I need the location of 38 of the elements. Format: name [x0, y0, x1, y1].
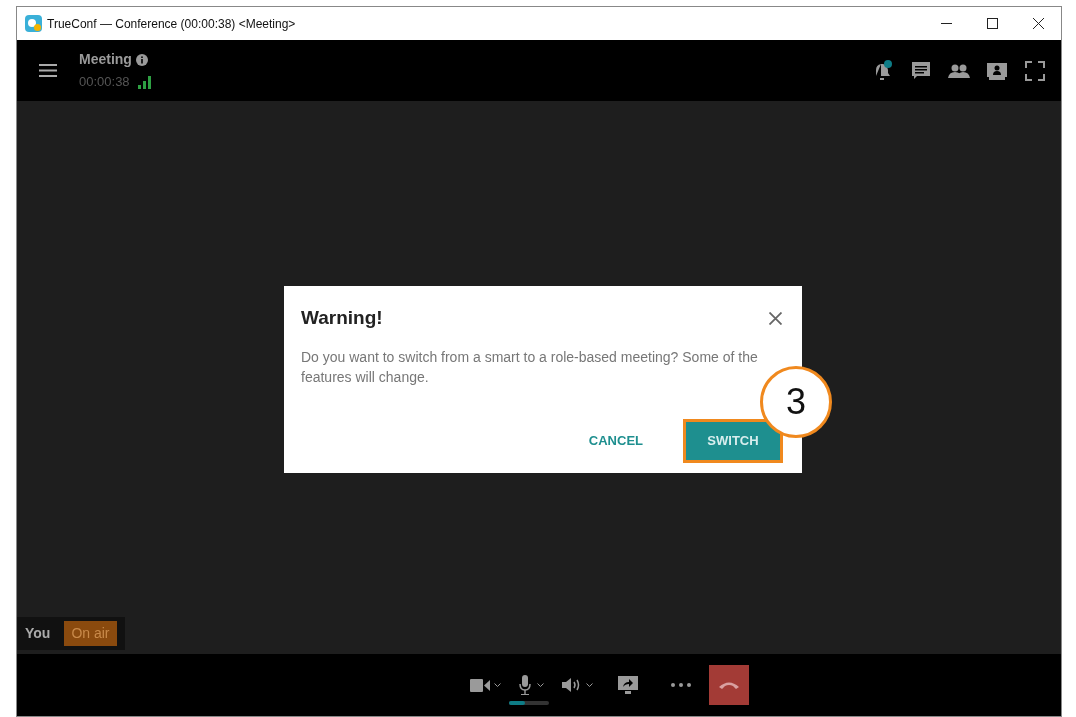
minimize-icon	[940, 23, 952, 24]
dialog-message: Do you want to switch from a smart to a role-based meeting? Some of the features will change.	[301, 347, 759, 387]
switch-button[interactable]: SWITCH	[683, 418, 783, 463]
info-icon	[135, 53, 148, 66]
menu-icon	[39, 64, 57, 77]
camera-icon	[469, 678, 490, 692]
speaker-icon	[561, 677, 582, 693]
fullscreen-icon	[1025, 60, 1045, 81]
microphone-icon	[518, 675, 531, 695]
fullscreen-button[interactable]	[1023, 58, 1047, 83]
chevron-icon	[585, 682, 593, 688]
more-button[interactable]	[670, 683, 691, 687]
camera-button[interactable]	[469, 678, 501, 692]
hang-up-button[interactable]	[708, 665, 749, 705]
close-dialog-button[interactable]	[767, 310, 783, 327]
app-logo-icon	[25, 15, 42, 32]
call-timer: 00:00:38	[79, 73, 130, 92]
on-air-badge: On air	[64, 621, 117, 646]
phone-icon	[718, 681, 739, 689]
cancel-button[interactable]: CANCEL	[588, 430, 643, 451]
close-icon	[768, 311, 782, 325]
participant-name: You	[25, 624, 51, 643]
meeting-title: Meeting	[79, 50, 132, 70]
window-title: TrueConf — Conference (00:00:38) <Meeting>	[47, 15, 296, 33]
presenter-icon	[986, 60, 1008, 81]
chevron-icon	[493, 682, 501, 688]
chat-icon	[911, 60, 931, 81]
people-icon	[948, 63, 970, 78]
bell-icon	[873, 59, 893, 82]
share-screen-icon	[616, 675, 639, 695]
dialog-title: Warning!	[301, 306, 383, 330]
maximize-icon	[986, 18, 998, 29]
speaker-button[interactable]	[561, 677, 593, 693]
chevron-icon	[536, 682, 544, 688]
more-icon	[670, 683, 691, 687]
signal-strength-icon	[137, 75, 152, 89]
share-screen-button[interactable]	[616, 675, 639, 695]
close-icon	[1032, 18, 1044, 29]
